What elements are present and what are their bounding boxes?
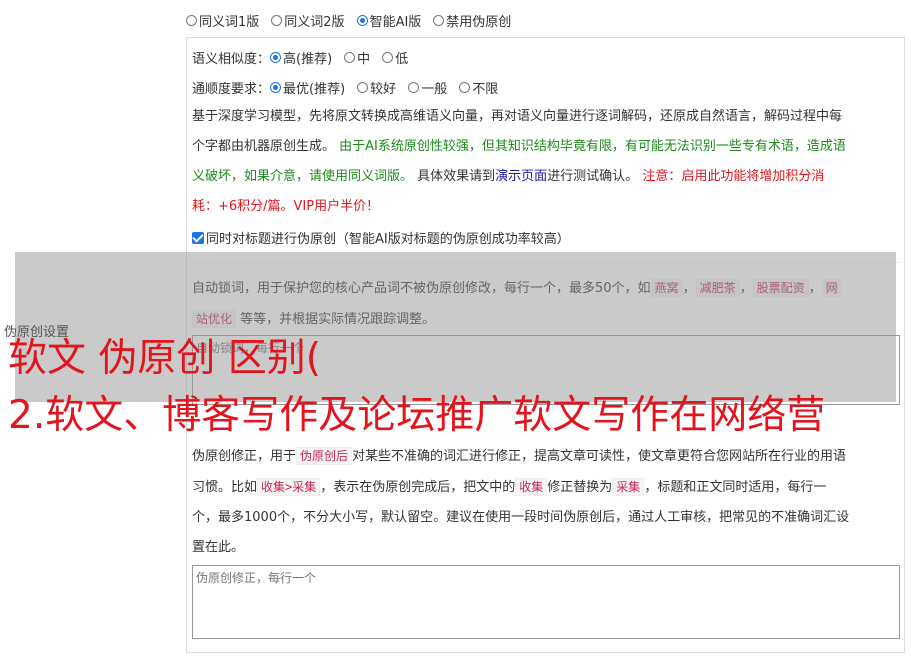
fluency-good[interactable]: 较好 <box>357 78 396 97</box>
ai-description: 基于深度学习模型，先将原文转换成高维语义向量，再对语义向量进行逐词解码，还原成自… <box>192 109 846 214</box>
fluency-any[interactable]: 不限 <box>459 78 498 97</box>
similarity-row: 语义相似度： 高(推荐) 中 低 <box>192 48 420 67</box>
fluency-row: 通顺度要求： 最优(推荐) 较好 一般 不限 <box>192 78 510 97</box>
demo-page-link[interactable]: 演示页面 <box>495 169 547 184</box>
similarity-low[interactable]: 低 <box>382 48 408 67</box>
similarity-label: 语义相似度： <box>192 52 271 67</box>
fluency-label: 通顺度要求： <box>192 82 271 97</box>
radio-icon <box>433 15 445 26</box>
radio-icon <box>344 52 356 63</box>
fluency-best[interactable]: 最优(推荐) <box>270 78 345 97</box>
radio-icon <box>459 82 471 93</box>
radio-icon <box>357 82 369 93</box>
radio-icon <box>271 15 283 26</box>
title-checkbox-row[interactable]: 同时对标题进行伪原创（智能AI版对标题的伪原创成功率较高） <box>192 228 570 247</box>
radio-icon <box>270 52 282 63</box>
correction-input[interactable] <box>192 565 900 639</box>
mode-option-synonym2[interactable]: 同义词2版 <box>271 11 345 30</box>
fluency-normal[interactable]: 一般 <box>408 78 447 97</box>
overlay-title-line2: 2.软文、博客写作及论坛推广软文写作在网络营 <box>8 393 826 438</box>
radio-icon <box>382 52 394 63</box>
overlay-title-line1: 软文 伪原创 区别( <box>8 336 322 381</box>
similarity-medium[interactable]: 中 <box>344 48 370 67</box>
radio-icon <box>186 15 197 26</box>
radio-icon <box>270 82 282 93</box>
title-checkbox-label: 同时对标题进行伪原创（智能AI版对标题的伪原创成功率较高） <box>206 232 570 247</box>
correction-description: 伪原创修正，用于 伪原创后 对某些不准确的词汇进行修正，提高文章可读性，使文章更符合… <box>192 447 850 555</box>
mode-option-disabled[interactable]: 禁用伪原创 <box>433 11 511 30</box>
similarity-high[interactable]: 高(推荐) <box>270 48 332 67</box>
mode-option-ai[interactable]: 智能AI版 <box>356 11 421 30</box>
radio-icon <box>356 15 368 26</box>
mode-option-synonym1[interactable]: 同义词1版 <box>186 11 259 30</box>
mode-radio-group: 同义词1版 同义词2版 智能AI版 禁用伪原创 <box>186 11 523 30</box>
checkbox-checked-icon[interactable] <box>192 231 204 244</box>
radio-icon <box>408 82 420 93</box>
